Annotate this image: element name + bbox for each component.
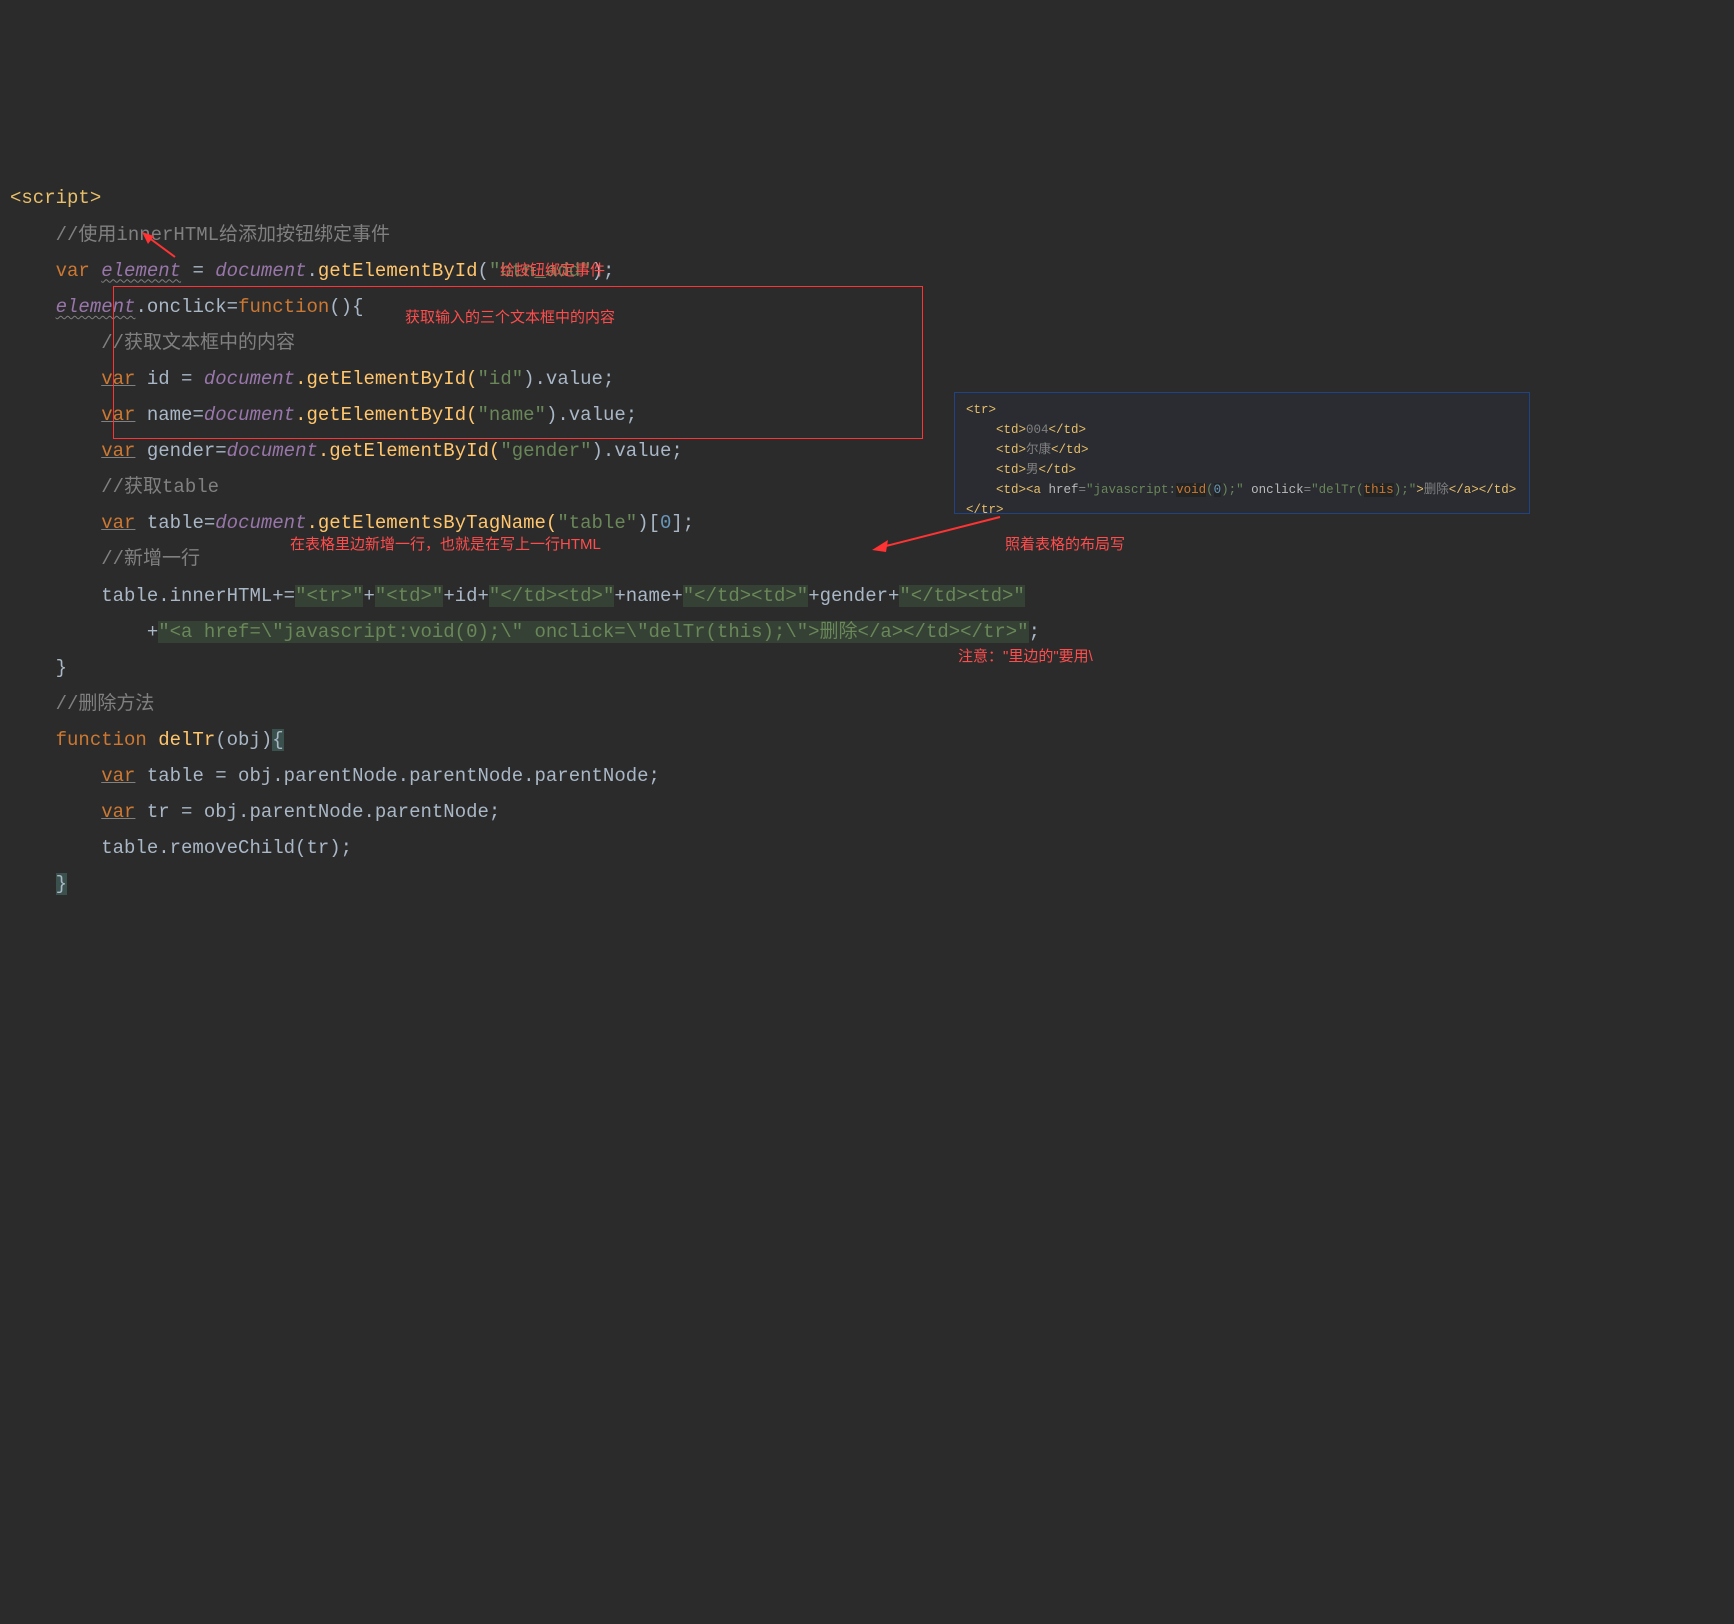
plus-gender: +gender+ <box>808 585 899 607</box>
document-ref: document <box>215 260 306 282</box>
annotation-new-row: 在表格里边新增一行，也就是在写上一行HTML <box>290 531 601 560</box>
value-end: ).value; <box>592 440 683 462</box>
comment-delete: //删除方法 <box>56 693 155 715</box>
comment-get-table: //获取table <box>101 476 219 498</box>
parens-brace: (){ <box>329 296 363 318</box>
function-kw: function <box>56 729 147 751</box>
td-str: "<td>" <box>375 585 443 607</box>
id-var: id = <box>135 368 203 390</box>
tdtd-str2: "</td><td>" <box>683 585 808 607</box>
table-innerHTML: table.innerHTML+= <box>101 585 295 607</box>
plus-id: +id+ <box>443 585 489 607</box>
id-str: "id" <box>478 368 524 390</box>
var-kw: var <box>101 440 135 462</box>
open-brace: { <box>272 729 283 751</box>
remove-child: table.removeChild(tr); <box>101 837 352 859</box>
element-ref: element <box>56 296 136 318</box>
function-kw: function <box>238 296 329 318</box>
annotation-get-input: 获取输入的三个文本框中的内容 <box>405 304 615 333</box>
element-var: element <box>101 260 181 282</box>
delTr-name: delTr <box>147 729 215 751</box>
document-ref: document <box>204 404 295 426</box>
method: .getElementById( <box>295 368 477 390</box>
var-kw: var <box>101 765 135 787</box>
table-var: table= <box>135 512 215 534</box>
var-kw: var <box>101 512 135 534</box>
var-kw: var <box>56 260 90 282</box>
zero: 0 <box>660 512 671 534</box>
tr-str: "<tr>" <box>295 585 363 607</box>
close-brace: } <box>56 657 67 679</box>
plus: + <box>147 621 158 643</box>
obj-param: (obj) <box>215 729 272 751</box>
var-kw: var <box>101 801 135 823</box>
semicolon: ; <box>1029 621 1040 643</box>
document-ref: document <box>204 368 295 390</box>
var-kw: var <box>101 368 135 390</box>
tdtd-str3: "</td><td>" <box>899 585 1024 607</box>
method: .getElementById( <box>295 404 477 426</box>
dot: . <box>307 260 318 282</box>
annotation-escape: 注意："里边的"要用\ <box>958 643 1093 672</box>
code-editor[interactable]: <script> //使用innerHTML给添加按钮绑定事件 var elem… <box>0 144 1734 1443</box>
plus-name: +name+ <box>614 585 682 607</box>
value-end: ).value; <box>546 404 637 426</box>
eq: = <box>181 260 215 282</box>
end: ]; <box>671 512 694 534</box>
tdtd-str: "</td><td>" <box>489 585 614 607</box>
getElementById: getElementById <box>318 260 478 282</box>
bracket: )[ <box>637 512 660 534</box>
onclick-assign: .onclick= <box>135 296 238 318</box>
name-str: "name" <box>478 404 546 426</box>
comment-innerHTML: //使用innerHTML给添加按钮绑定事件 <box>56 224 390 246</box>
comment-new-row: //新增一行 <box>101 548 200 570</box>
name-var: name= <box>135 404 203 426</box>
document-ref: document <box>227 440 318 462</box>
annotation-bind-event: 给按钮绑定事件 <box>500 257 605 286</box>
value-end: ).value; <box>523 368 614 390</box>
a-href-str: "<a href=\"javascript:void(0);\" onclick… <box>158 621 1028 643</box>
script-open-tag: <script> <box>10 187 101 209</box>
annotation-layout: 照着表格的布局写 <box>1005 531 1125 560</box>
method: .getElementById( <box>318 440 500 462</box>
gender-str: "gender" <box>500 440 591 462</box>
gender-var: gender= <box>135 440 226 462</box>
tr-parent: tr = obj.parentNode.parentNode; <box>135 801 500 823</box>
comment-get-text: //获取文本框中的内容 <box>101 332 295 354</box>
var-kw: var <box>101 404 135 426</box>
tooltip-html-preview: <tr> <td>004</td> <td>尔康</td> <td>男</td>… <box>966 400 1516 520</box>
close-brace: } <box>56 873 67 895</box>
plus: + <box>363 585 374 607</box>
table-parent: table = obj.parentNode.parentNode.parent… <box>135 765 660 787</box>
